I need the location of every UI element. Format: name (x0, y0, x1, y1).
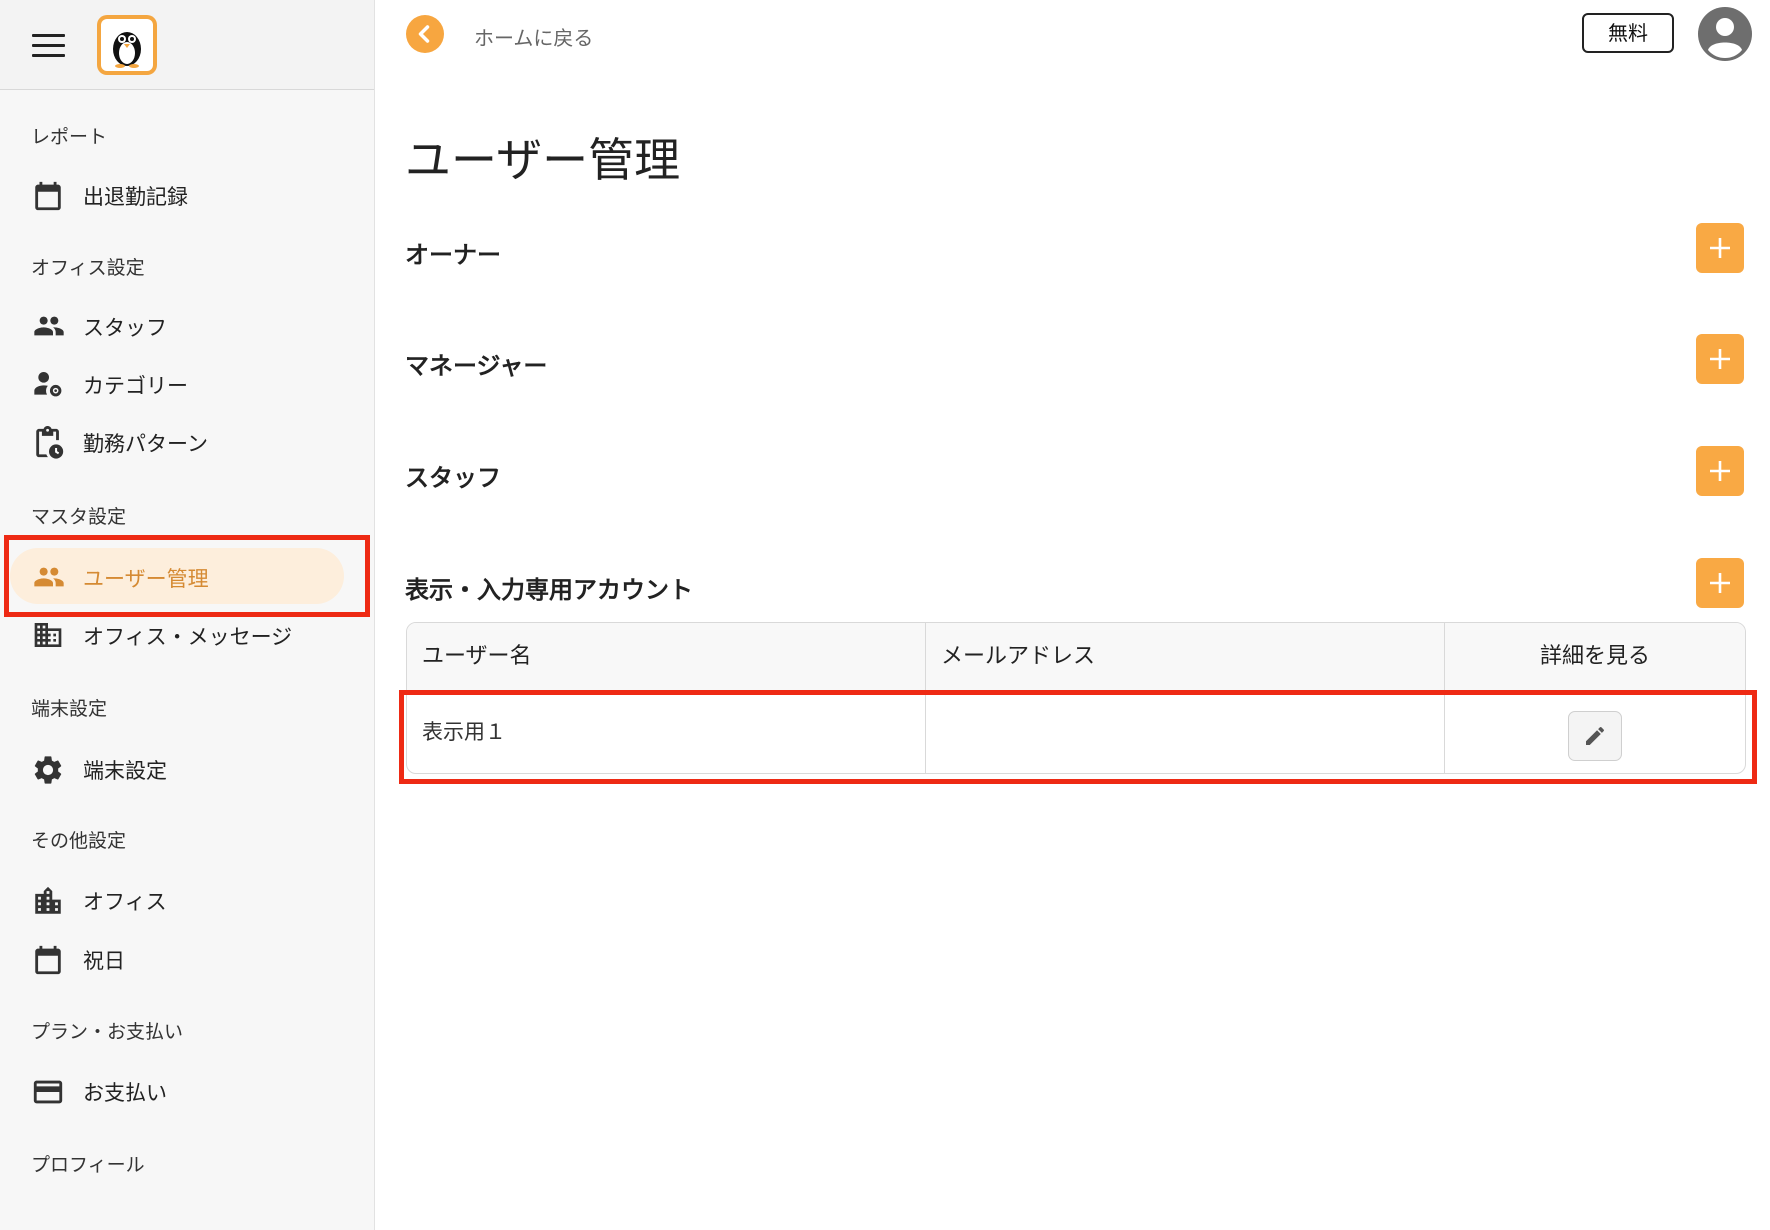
sidebar-item-label: お支払い (83, 1081, 167, 1105)
sidebar-section-report: レポート (31, 126, 108, 148)
plus-icon (1710, 238, 1730, 258)
sidebar-item-label: オフィス (83, 890, 167, 914)
sidebar-item-label: 端末設定 (83, 759, 167, 783)
sidebar-section-plan-payment: プラン・お支払い (31, 1021, 184, 1043)
table-header: ユーザー名 メールアドレス 詳細を見る (407, 623, 1745, 691)
sidebar-item-attendance[interactable]: 出退勤記録 (0, 166, 374, 222)
sidebar-item-staff[interactable]: スタッフ (0, 297, 374, 353)
add-manager-button[interactable] (1696, 334, 1744, 384)
add-staff-button[interactable] (1696, 446, 1744, 496)
sidebar-item-label: スタッフ (83, 316, 167, 340)
pencil-icon (1586, 726, 1605, 745)
accounts-table: ユーザー名 メールアドレス 詳細を見る 表示用１ (406, 622, 1746, 774)
gear-icon (31, 753, 67, 785)
sidebar-item-work-pattern[interactable]: 勤務パターン (0, 413, 374, 469)
cell-email (926, 691, 1445, 773)
sidebar-item-device-settings[interactable]: 端末設定 (0, 740, 374, 796)
sidebar-section-master-settings: マスタ設定 (31, 506, 127, 528)
plus-icon (1710, 461, 1730, 481)
page-title: ユーザー管理 (405, 133, 681, 187)
column-header-details: 詳細を見る (1539, 644, 1650, 669)
table-row: 表示用１ (407, 691, 1745, 773)
sidebar-section-office-settings: オフィス設定 (31, 257, 145, 279)
account-circle-icon (1698, 7, 1752, 61)
sidebar-section-other-settings: その他設定 (31, 830, 127, 852)
person-gear-icon (31, 368, 67, 400)
column-header-email: メールアドレス (941, 644, 1096, 669)
edit-button[interactable] (1568, 711, 1622, 761)
sidebar-item-holidays[interactable]: 祝日 (0, 930, 374, 986)
sidebar-item-label: 出退勤記録 (83, 185, 188, 209)
sidebar-item-label: 勤務パターン (83, 432, 208, 456)
sidebar-item-label: 祝日 (83, 949, 125, 973)
calendar-icon (31, 179, 67, 211)
sidebar-item-payment[interactable]: お支払い (0, 1062, 374, 1118)
menu-icon[interactable] (32, 34, 65, 58)
sidebar-item-office[interactable]: オフィス (0, 871, 374, 927)
back-link[interactable]: ホームに戻る (474, 22, 593, 51)
column-header-username: ユーザー名 (422, 644, 532, 669)
section-title-manager: マネージャー (405, 352, 548, 380)
plan-badge[interactable]: 無料 (1582, 13, 1674, 53)
sidebar-item-category[interactable]: カテゴリー (0, 355, 374, 411)
credit-card-icon (31, 1075, 67, 1107)
sidebar: レポート 出退勤記録 オフィス設定 スタッフ カテゴリー 勤務パターン マスタ設… (0, 0, 375, 1230)
back-button[interactable] (406, 15, 444, 53)
cell-username: 表示用１ (422, 720, 506, 744)
sidebar-section-device-settings: 端末設定 (31, 698, 108, 720)
penguin-logo-icon (113, 32, 141, 68)
sidebar-item-label: オフィス・メッセージ (83, 625, 293, 649)
sidebar-header (0, 0, 374, 90)
sidebar-item-user-management[interactable]: ユーザー管理 (0, 548, 374, 604)
city-icon (31, 884, 67, 916)
plus-icon (1710, 349, 1730, 369)
chevron-left-icon (418, 25, 430, 43)
people-icon (31, 310, 67, 342)
section-title-view-input-account: 表示・入力専用アカウント (405, 576, 693, 604)
app-logo[interactable] (97, 15, 157, 75)
clipboard-clock-icon (31, 426, 67, 459)
sidebar-item-label: ユーザー管理 (83, 567, 209, 591)
people-icon (31, 561, 67, 593)
sidebar-item-office-message[interactable]: オフィス・メッセージ (0, 606, 374, 662)
calendar-icon (31, 943, 67, 975)
section-title-owner: オーナー (405, 241, 501, 269)
section-title-staff: スタッフ (405, 464, 501, 492)
building-icon (31, 619, 67, 651)
add-view-account-button[interactable] (1696, 558, 1744, 608)
add-owner-button[interactable] (1696, 223, 1744, 273)
avatar[interactable] (1697, 6, 1753, 62)
plus-icon (1710, 573, 1730, 593)
sidebar-section-profile: プロフィール (31, 1154, 145, 1176)
sidebar-item-label: カテゴリー (83, 374, 188, 398)
